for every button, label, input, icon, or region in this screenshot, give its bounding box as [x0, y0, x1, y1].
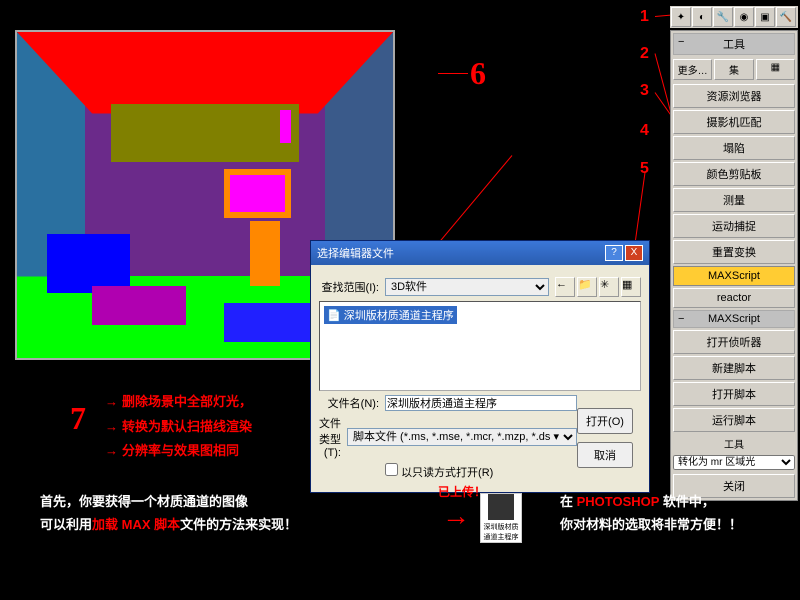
filename-label: 文件名(N): — [319, 395, 379, 411]
ms-new-script[interactable]: 新建脚本 — [673, 356, 795, 380]
annotation-4: 4 — [640, 122, 649, 140]
uploaded-label: 已上传！ — [438, 483, 486, 500]
convert-dropdown[interactable]: 转化为 mr 区域光 — [673, 455, 795, 470]
annotation-2: 2 — [640, 45, 649, 63]
sets-button[interactable]: 集 — [714, 59, 753, 80]
annotation-3: 3 — [640, 82, 649, 100]
filename-input[interactable] — [385, 395, 577, 411]
views-icon[interactable]: ▦ — [621, 277, 641, 297]
arrow-icon: → — [442, 500, 470, 532]
bottom-text-right: 在 PHOTOSHOP 软件中， 你对材料的选取将非常方便！！ — [560, 490, 742, 537]
util-collapse[interactable]: 塌陷 — [673, 136, 795, 160]
annotation-1: 1 — [640, 8, 649, 26]
dialog-close-button[interactable]: X — [625, 245, 643, 261]
tv — [224, 169, 292, 218]
dialog-help-button[interactable]: ? — [605, 245, 623, 261]
sofa-left — [47, 234, 130, 293]
bottom-text-left: 首先，你要获得一个材质通道的图像 可以利用加载 MAX 脚本文件的方法来实现！ — [40, 490, 297, 537]
cancel-button[interactable]: 取消 — [577, 442, 633, 468]
up-icon[interactable]: 📁 — [577, 277, 597, 297]
command-panel-tabs: ✦ ◐ 🔧 ◉ ▣ 🔨 — [670, 6, 798, 28]
lookin-dropdown[interactable]: 3D软件 — [385, 278, 549, 296]
newfolder-icon[interactable]: ✳ — [599, 277, 619, 297]
util-reset-xform[interactable]: 重置变换 — [673, 240, 795, 264]
filetype-label: 文件类型(T): — [319, 415, 341, 459]
back-icon[interactable]: ← — [555, 277, 575, 297]
annotation-7: 7 — [70, 400, 86, 437]
readonly-label: 以只读方式打开(R) — [401, 467, 493, 479]
config-icon[interactable]: ▦ — [756, 59, 795, 80]
book — [280, 110, 291, 143]
annotation-7-text: →删除场景中全部灯光， →转换为默认扫描线渲染 →分辨率与效果图相同 — [105, 390, 252, 464]
lamp — [250, 221, 280, 286]
shelf — [111, 104, 299, 163]
tab-create-icon[interactable]: ✦ — [671, 7, 691, 27]
util-maxscript[interactable]: MAXScript — [673, 266, 795, 286]
rollout-tools[interactable]: 工具 — [673, 33, 795, 55]
file-list[interactable]: 深圳版材质通道主程序 — [319, 301, 641, 391]
tab-modify-icon[interactable]: ◐ — [692, 7, 712, 27]
open-button[interactable]: 打开(O) — [577, 408, 633, 434]
file-open-dialog: 选择编辑器文件 ? X 查找范围(I): 3D软件 ← 📁 ✳ ▦ 深圳版材质通… — [310, 240, 650, 493]
lookin-label: 查找范围(I): — [319, 279, 379, 295]
dialog-titlebar[interactable]: 选择编辑器文件 ? X — [311, 241, 649, 265]
ms-run-script[interactable]: 运行脚本 — [673, 408, 795, 432]
tab-display-icon[interactable]: ▣ — [755, 7, 775, 27]
ms-open-listener[interactable]: 打开侦听器 — [673, 330, 795, 354]
util-camera-match[interactable]: 摄影机匹配 — [673, 110, 795, 134]
tab-motion-icon[interactable]: ◉ — [734, 7, 754, 27]
script-icon — [488, 494, 514, 520]
command-panel: 工具 更多… 集 ▦ 资源浏览器 摄影机匹配 塌陷 颜色剪贴板 测量 运动捕捉 … — [670, 30, 798, 501]
util-asset-browser[interactable]: 资源浏览器 — [673, 84, 795, 108]
util-reactor[interactable]: reactor — [673, 288, 795, 308]
util-measure[interactable]: 测量 — [673, 188, 795, 212]
ms-open-script[interactable]: 打开脚本 — [673, 382, 795, 406]
thumb-label: 深圳版材质 通道主程序 — [481, 522, 521, 542]
dialog-title: 选择编辑器文件 — [317, 245, 394, 261]
util-color-clipboard[interactable]: 颜色剪贴板 — [673, 162, 795, 186]
arrow-6 — [438, 73, 468, 74]
file-item-selected[interactable]: 深圳版材质通道主程序 — [324, 306, 457, 324]
more-button[interactable]: 更多… — [673, 59, 712, 80]
util-motion-capture[interactable]: 运动捕捉 — [673, 214, 795, 238]
tab-hierarchy-icon[interactable]: 🔧 — [713, 7, 733, 27]
more-sets-row: 更多… 集 ▦ — [671, 57, 797, 82]
tool-label: 工具 — [671, 434, 797, 453]
script-thumbnail: 深圳版材质 通道主程序 — [480, 493, 522, 543]
tab-utilities-icon[interactable]: 🔨 — [776, 7, 796, 27]
readonly-checkbox[interactable] — [385, 463, 398, 476]
annotation-6: 6 — [470, 55, 486, 92]
filetype-dropdown[interactable]: 脚本文件 (*.ms, *.mse, *.mcr, *.mzp, *.ds ▾ — [347, 428, 577, 446]
rollout-maxscript[interactable]: MAXScript — [673, 310, 795, 328]
coffee-table — [92, 286, 186, 325]
